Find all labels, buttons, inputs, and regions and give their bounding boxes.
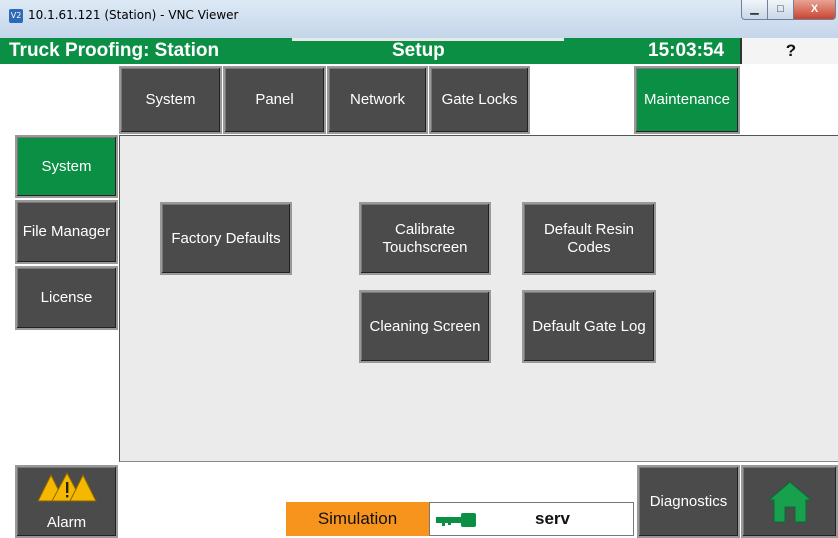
tab-panel[interactable]: Panel [223, 66, 326, 134]
alarm-button[interactable]: Alarm [15, 465, 118, 538]
current-user: serv [535, 509, 570, 528]
sidebar-item-system[interactable]: System [15, 135, 118, 198]
window-title: 10.1.61.121 (Station) - VNC Viewer [28, 8, 239, 22]
alarm-label: Alarm [46, 514, 87, 531]
home-icon [767, 480, 812, 522]
window-titlebar: V2 10.1.61.121 (Station) - VNC Viewer ▁ … [0, 0, 838, 39]
sidebar-item-license[interactable]: License [15, 266, 118, 330]
default-resin-codes-button[interactable]: Default Resin Codes [522, 202, 656, 275]
screen-title: Setup [392, 40, 445, 61]
header-divider [292, 38, 564, 41]
default-gate-log-button[interactable]: Default Gate Log [522, 290, 656, 363]
diagnostics-button[interactable]: Diagnostics [637, 465, 740, 538]
home-button[interactable] [741, 465, 838, 538]
help-button[interactable]: ? [740, 38, 838, 64]
maximize-button[interactable]: □ [767, 0, 794, 20]
vnc-icon: V2 [9, 9, 23, 23]
tab-gate-locks[interactable]: Gate Locks [429, 66, 530, 134]
cleaning-screen-button[interactable]: Cleaning Screen [359, 290, 491, 363]
simulation-status: Simulation [286, 502, 429, 536]
sidebar-item-file-manager[interactable]: File Manager [15, 200, 118, 264]
factory-defaults-button[interactable]: Factory Defaults [160, 202, 292, 275]
tab-maintenance[interactable]: Maintenance [634, 66, 740, 134]
app-header: Truck Proofing: Station Setup 15:03:54 ? [0, 38, 838, 64]
close-button[interactable]: X [793, 0, 836, 20]
tab-network[interactable]: Network [327, 66, 428, 134]
alarm-warning-icon [37, 471, 97, 502]
user-status: serv [429, 502, 634, 536]
app-title: Truck Proofing: Station [9, 40, 220, 61]
key-icon [436, 513, 476, 527]
clock: 15:03:54 [648, 40, 725, 61]
tab-system[interactable]: System [119, 66, 222, 134]
minimize-button[interactable]: ▁ [741, 0, 768, 20]
calibrate-touchscreen-button[interactable]: Calibrate Touchscreen [359, 202, 491, 275]
